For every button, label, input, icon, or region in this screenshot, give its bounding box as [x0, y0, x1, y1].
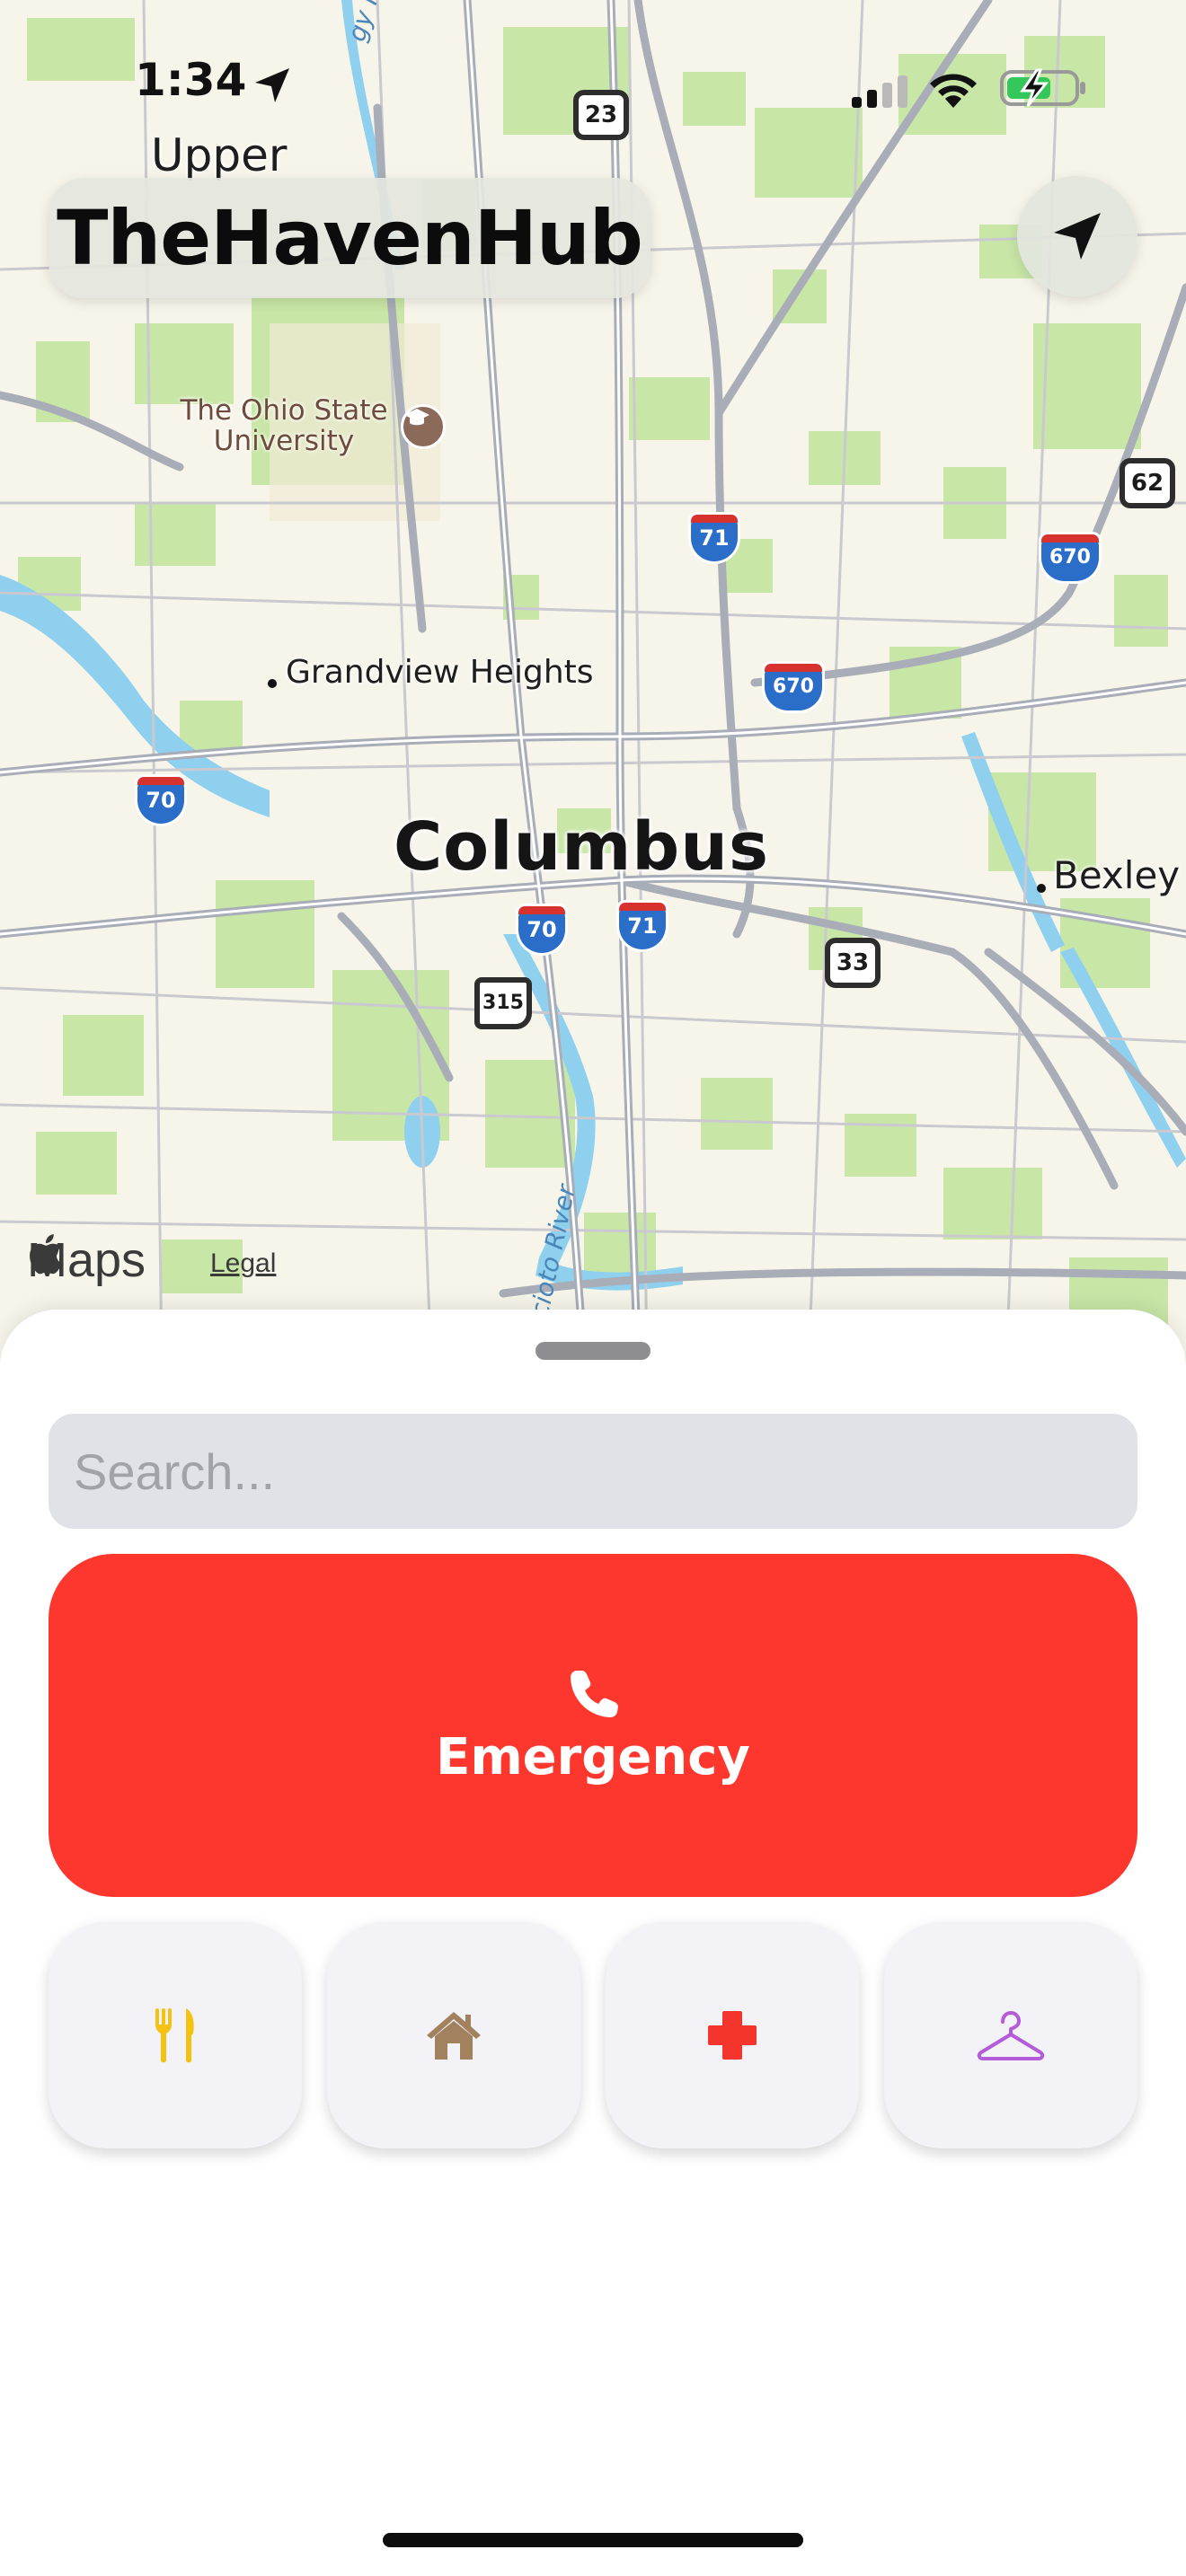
bottom-sheet[interactable]: Emergency	[0, 1310, 1186, 2576]
medical-cross-icon	[708, 2011, 757, 2060]
route-shield-i670-center-number: 670	[762, 672, 825, 713]
battery-charging-icon	[1000, 68, 1085, 107]
route-shield-i70-center-number: 70	[516, 914, 568, 956]
place-dot-grandview	[268, 679, 277, 688]
route-shield-i71-north: 71	[688, 512, 740, 564]
place-label-bexley: Bexley	[1053, 853, 1181, 897]
phone-icon	[571, 1670, 618, 1717]
route-shield-i670-east-number: 670	[1039, 543, 1102, 584]
cellular-signal-icon	[852, 75, 907, 108]
route-shield-i71-south-number: 71	[616, 911, 668, 952]
poi-label-osu-line2: University	[213, 425, 355, 457]
category-food-button[interactable]	[49, 1922, 302, 2148]
fork-knife-icon	[155, 2008, 194, 2063]
emergency-button[interactable]: Emergency	[49, 1554, 1137, 1897]
place-label-grandview: Grandview Heights	[286, 654, 594, 691]
app-title-pill: TheHavenHub	[49, 178, 651, 298]
route-shield-i70-west: 70	[135, 774, 187, 826]
place-dot-bexley	[1037, 884, 1046, 893]
route-shield-i670-east: 670	[1039, 532, 1102, 584]
graduation-cap-icon[interactable]	[401, 404, 446, 449]
category-medical-button[interactable]	[606, 1922, 859, 2148]
category-clothing-button[interactable]	[884, 1922, 1137, 2148]
route-shield-i71-south: 71	[616, 900, 668, 952]
route-shield-oh315: 315	[474, 977, 532, 1029]
route-shield-i70-west-number: 70	[135, 785, 187, 826]
route-shield-i670-center: 670	[762, 661, 825, 713]
home-indicator[interactable]	[383, 2533, 803, 2547]
wifi-icon	[930, 74, 977, 108]
city-label-columbus: Columbus	[394, 808, 769, 886]
location-arrow-icon	[1054, 213, 1101, 260]
poi-label-osu-line1: The Ohio State	[180, 394, 388, 427]
emergency-label: Emergency	[436, 1727, 750, 1786]
sheet-drag-handle[interactable]	[535, 1342, 651, 1360]
locate-me-button[interactable]	[1017, 176, 1137, 296]
route-shield-us23: 23	[573, 90, 629, 140]
legal-link[interactable]: Legal	[210, 1248, 276, 1279]
status-time: 1:34	[135, 54, 247, 106]
route-shield-i70-center: 70	[516, 904, 568, 956]
poi-label-osu: The Ohio State University	[167, 395, 401, 456]
place-label-upper: Upper	[151, 129, 288, 181]
category-shelter-button[interactable]	[327, 1922, 580, 2148]
search-input[interactable]	[49, 1414, 1137, 1529]
apple-logo-icon	[30, 1234, 62, 1275]
route-shield-us62: 62	[1120, 458, 1175, 508]
app-screen: Upper gy River The Ohio State University…	[0, 0, 1186, 2576]
house-icon	[427, 2012, 481, 2060]
apple-maps-attribution[interactable]: Maps	[27, 1232, 146, 1288]
route-shield-us33: 33	[825, 938, 881, 988]
app-title: TheHavenHub	[57, 194, 643, 282]
location-arrow-icon	[255, 68, 289, 102]
hanger-icon	[977, 2011, 1045, 2060]
route-shield-i71-north-number: 71	[688, 523, 740, 564]
